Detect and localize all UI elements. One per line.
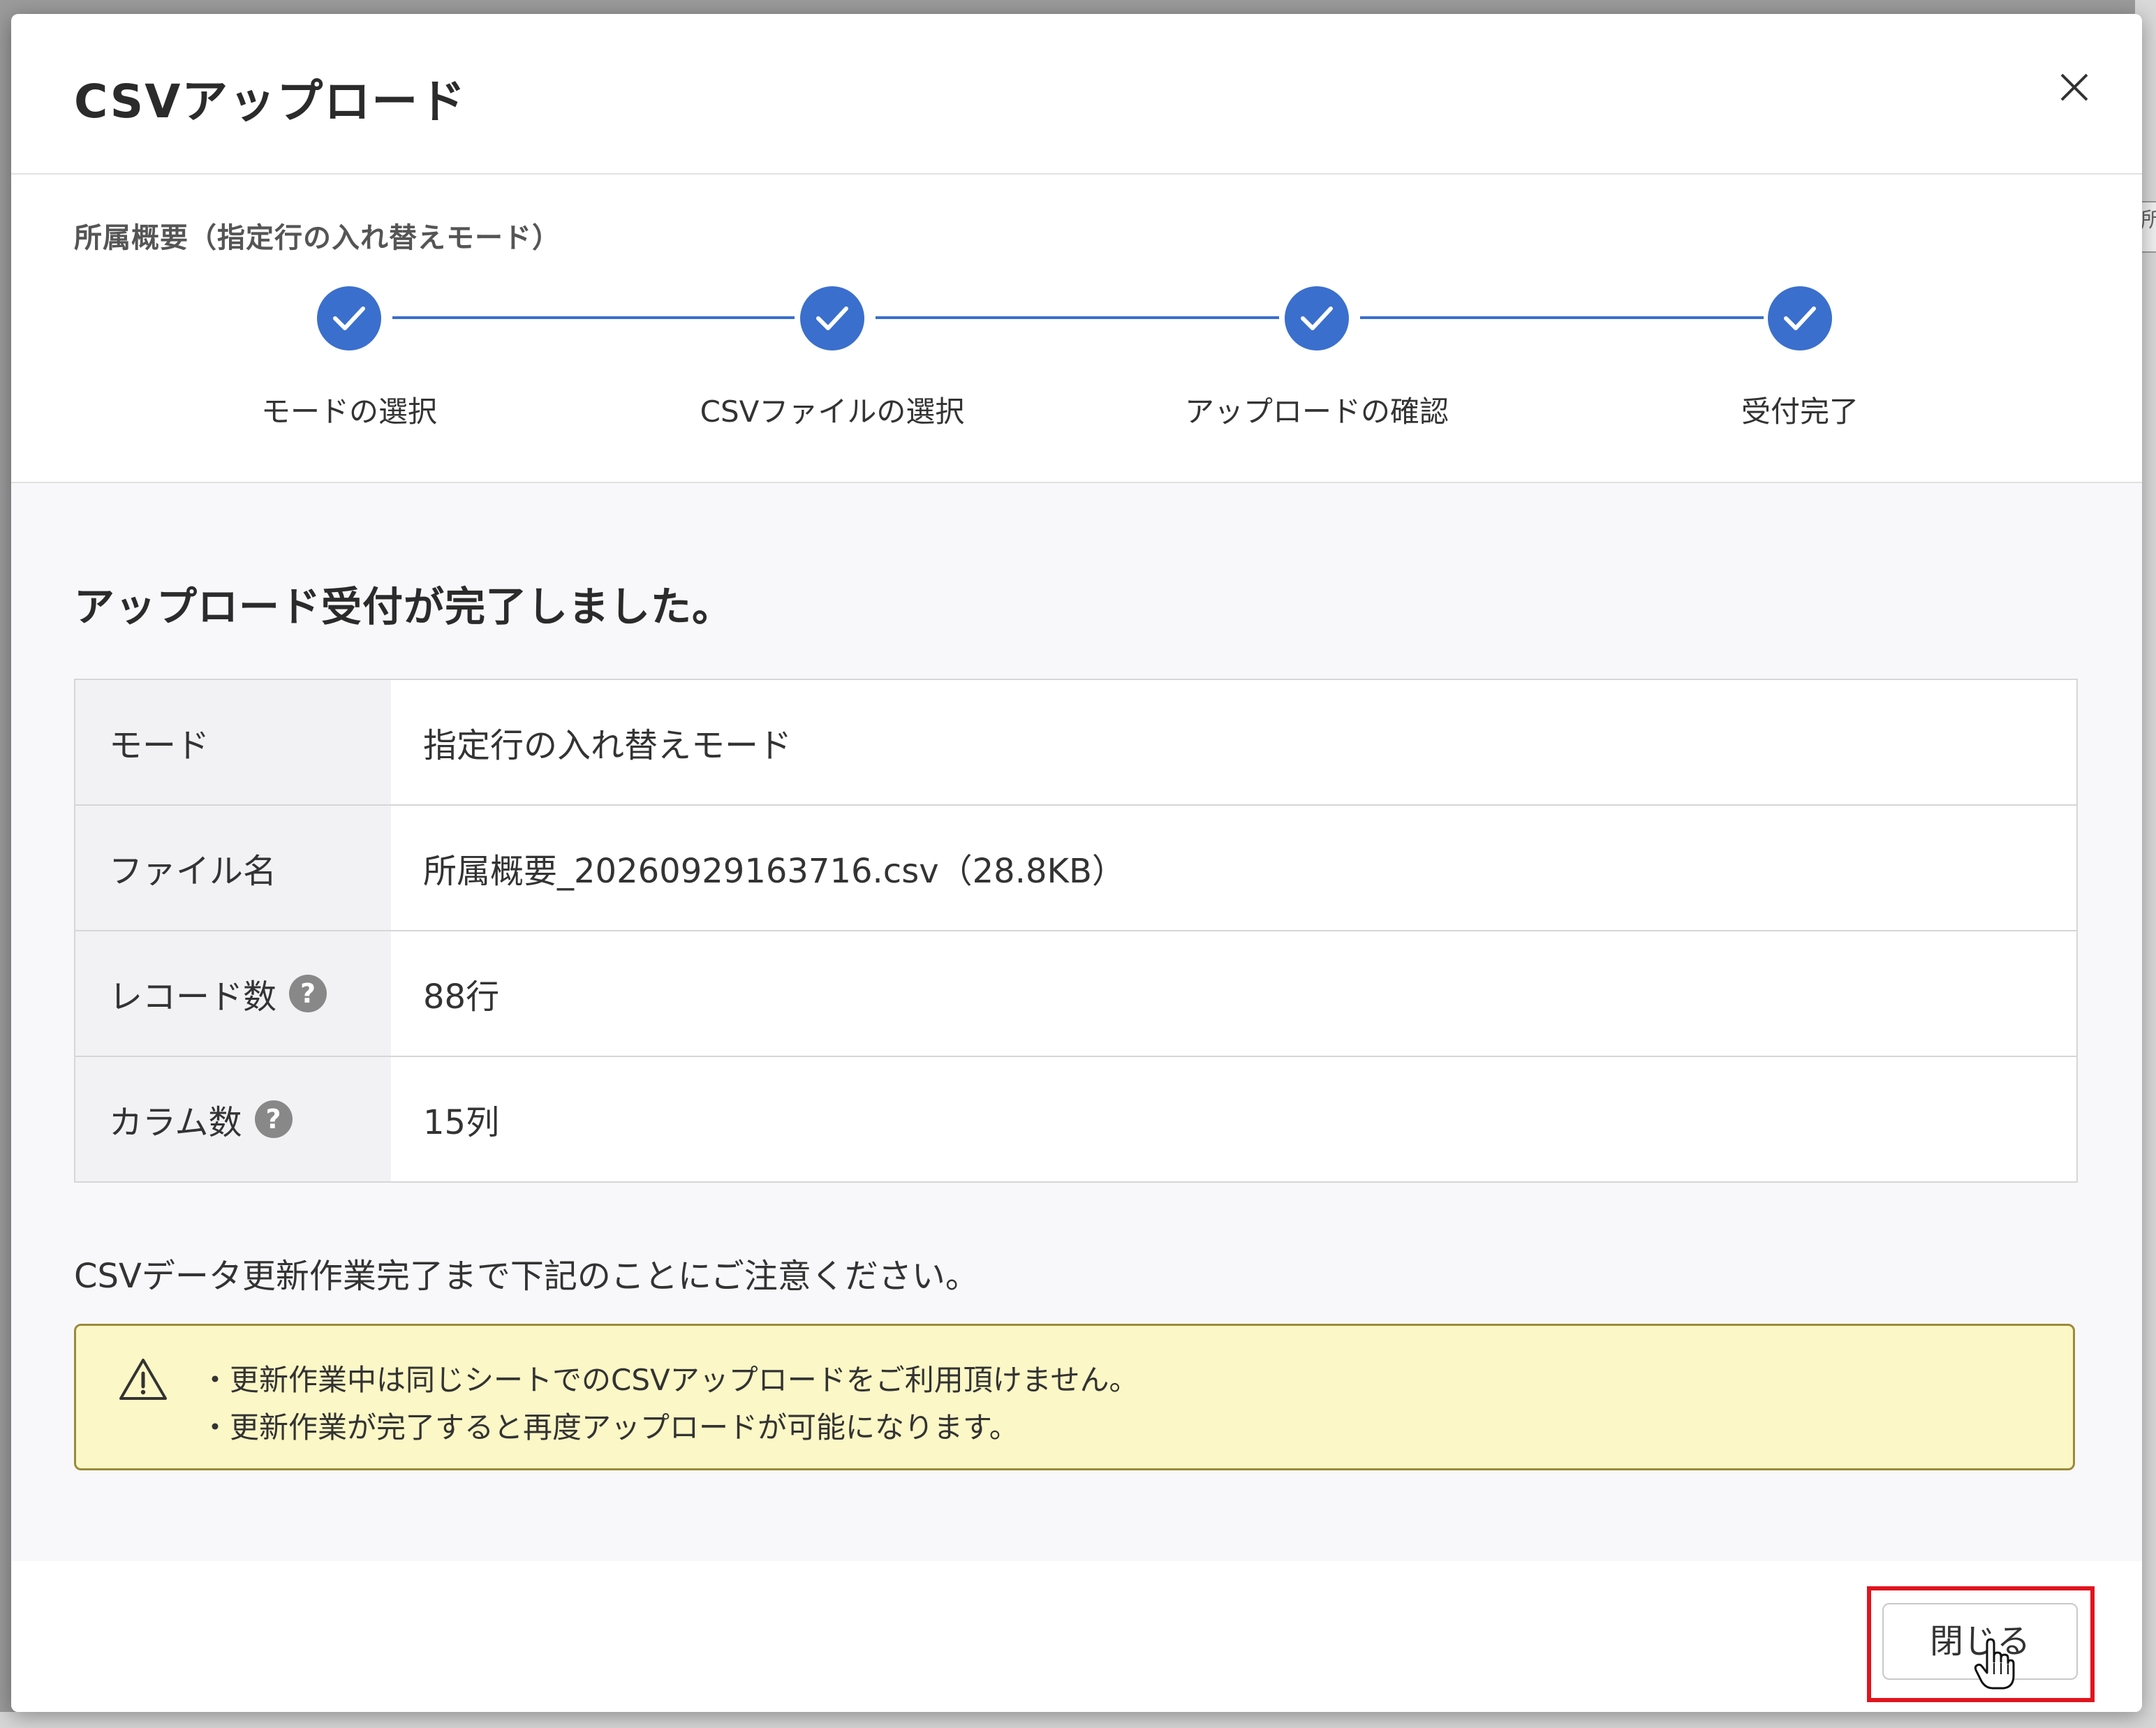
row-key: カラム数 ?: [75, 1057, 391, 1181]
dialog-body: アップロード受付が完了しました。 モード 指定行の入れ替えモード ファイル名 所…: [11, 483, 2142, 1563]
table-row: モード 指定行の入れ替えモード: [75, 680, 2076, 806]
row-key: ファイル名: [75, 806, 391, 930]
dialog-header: CSVアップロード: [11, 14, 2142, 175]
stepper: 所属概要（指定行の入れ替えモード） モードの選択 CSVファイルの選択 アップロ…: [11, 175, 2142, 483]
step-label-confirm: アップロードの確認: [1184, 394, 1449, 429]
step-check-icon: [1768, 286, 1832, 350]
table-row: ファイル名 所属概要_20260929163716.csv（28.8KB）: [75, 806, 2076, 931]
row-value: 88行: [423, 977, 500, 1017]
step-check-icon: [1285, 286, 1349, 350]
step-check-icon: [800, 286, 864, 350]
upload-info-table: モード 指定行の入れ替えモード ファイル名 所属概要_2026092916371…: [74, 679, 2078, 1183]
step-check-icon: [317, 286, 381, 350]
step-label-mode: モードの選択: [260, 394, 438, 429]
row-key: モード: [75, 680, 391, 804]
table-row: カラム数 ? 15列: [75, 1057, 2076, 1181]
help-icon[interactable]: ?: [254, 1100, 293, 1138]
dialog-footer: 閉じる: [11, 1561, 2142, 1712]
background-bottom: [0, 1712, 2156, 1728]
step-label-file: CSVファイルの選択: [700, 394, 965, 429]
help-icon[interactable]: ?: [289, 975, 327, 1012]
warning-box: ・更新作業中は同じシートでのCSVアップロードをご利用頂けません。 ・更新作業が…: [74, 1324, 2075, 1470]
completion-message: アップロード受付が完了しました。: [74, 583, 734, 630]
close-icon[interactable]: [2050, 63, 2099, 112]
row-value: 15列: [423, 1103, 500, 1142]
csv-upload-dialog: CSVアップロード 所属概要（指定行の入れ替えモード） モードの選択 CSVファ…: [11, 14, 2142, 1712]
warning-line: ・更新作業中は同じシートでのCSVアップロードをご利用頂けません。: [200, 1363, 1139, 1397]
hand-cursor-icon: [1973, 1638, 2015, 1694]
row-value: 所属概要_20260929163716.csv（28.8KB）: [423, 852, 1125, 891]
notice-intro: CSVデータ更新作業完了まで下記のことにご注意ください。: [74, 1257, 979, 1296]
warning-line: ・更新作業が完了すると再度アップロードが可能になります。: [200, 1410, 1019, 1445]
row-key: レコード数 ?: [75, 931, 391, 1056]
row-value: 指定行の入れ替えモード: [423, 726, 792, 765]
warning-icon: [118, 1357, 168, 1404]
table-row: レコード数 ? 88行: [75, 931, 2076, 1057]
step-connector: [1360, 316, 1764, 319]
step-label-complete: 受付完了: [1741, 394, 1859, 429]
stepper-subtitle: 所属概要（指定行の入れ替えモード）: [74, 222, 561, 254]
step-connector: [392, 316, 795, 319]
step-connector: [876, 316, 1279, 319]
dialog-title: CSVアップロード: [74, 75, 467, 128]
